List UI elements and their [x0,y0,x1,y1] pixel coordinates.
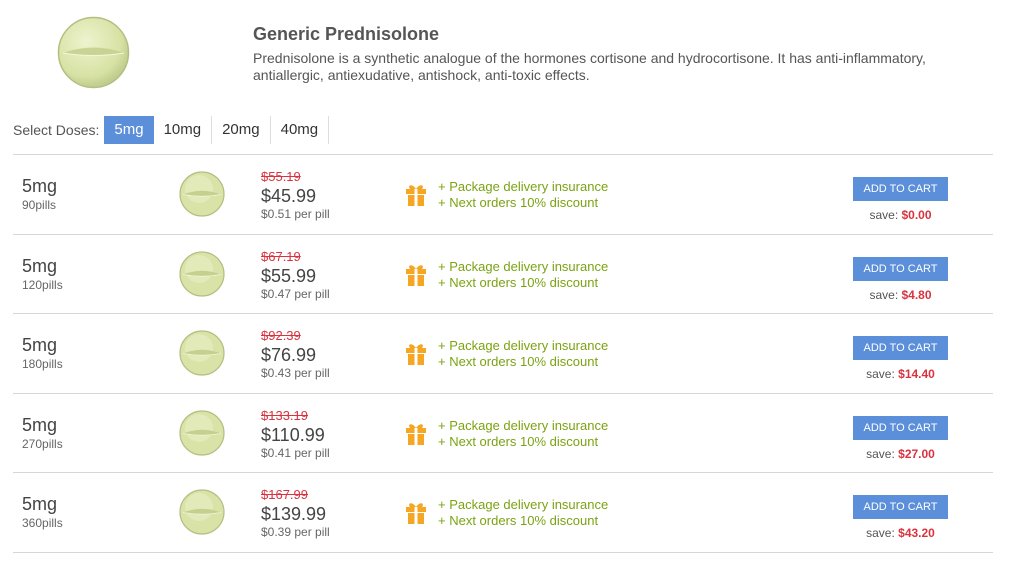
pill-image [179,489,225,535]
save-amount: $0.00 [901,208,932,222]
save-label: save: [866,367,895,381]
gift-icon [406,264,426,286]
save-amount: $14.40 [898,367,935,381]
pill-image [179,409,225,456]
save-amount: $43.20 [898,526,935,540]
offer-dose: 5mg [22,255,58,276]
savings: save: $43.20 [853,526,948,540]
current-price: $76.99 [261,345,317,365]
dose-selector: Select Doses: 5mg 10mg 20mg 40mg [13,116,330,144]
product-title: Generic Prednisolone [253,24,440,44]
price-per-pill: $0.47 per pill [261,286,330,301]
save-amount: $4.80 [901,287,932,302]
benefit-discount: + Next orders 10% discount [438,274,599,290]
add-to-cart-button[interactable]: ADD TO CART [853,256,948,281]
save-label: save: [869,208,899,222]
offer-list: 5mg 90pills $55.19 $45.99 $0.51 per pill… [13,154,993,553]
product-description: Prednisolone is a synthetic analogue of … [253,50,926,83]
benefit-insurance: + Package delivery insurance [438,417,609,433]
offer-dose: 5mg [22,335,58,355]
offer-pill-count: 120pills [22,277,63,292]
add-to-cart-button[interactable]: ADD TO CART [853,415,948,440]
offer-dose: 5mg [22,494,58,514]
dose-option-20mg[interactable]: 20mg [212,116,271,144]
benefit-discount: + Next orders 10% discount [438,513,599,528]
gift-icon [406,344,426,365]
savings: save: $27.00 [853,447,948,461]
savings: save: $0.00 [853,208,948,222]
price-per-pill: $0.41 per pill [261,445,330,460]
dose-option-40mg[interactable]: 40mg [271,116,330,144]
savings: save: $4.80 [853,288,948,302]
pill-image [179,171,225,217]
save-label: save: [866,446,895,461]
price-per-pill: $0.51 per pill [261,207,330,221]
benefit-insurance: + Package delivery insurance [438,338,609,353]
offer-row: 5mg 120pills $67.19 $55.99 $0.47 per pil… [13,235,993,314]
price-per-pill: $0.43 per pill [261,366,330,380]
offer-dose: 5mg [22,176,58,196]
offer-row: 5mg 180pills $92.39 $76.99 $0.43 per pil… [13,314,993,394]
old-price: $92.39 [261,328,301,343]
current-price: $139.99 [261,504,327,524]
current-price: $45.99 [261,186,317,206]
save-label: save: [869,287,899,302]
benefit-discount: + Next orders 10% discount [438,433,599,449]
benefit-insurance: + Package delivery insurance [438,179,609,194]
offer-pill-count: 270pills [22,436,63,451]
doses-label: Select Doses: [13,122,100,138]
offer-dose: 5mg [22,414,58,435]
dose-option-5mg[interactable]: 5mg [104,116,154,144]
old-price: $167.99 [261,487,308,502]
offer-row: 5mg 270pills $133.19 $110.99 $0.41 per p… [13,394,993,473]
add-to-cart-button[interactable]: ADD TO CART [853,495,948,519]
old-price: $133.19 [261,407,308,423]
pill-image [179,330,225,376]
benefit-discount: + Next orders 10% discount [438,354,599,369]
savings: save: $14.40 [853,367,948,381]
add-to-cart-button[interactable]: ADD TO CART [853,336,948,360]
old-price: $67.19 [261,248,301,264]
offer-row: 5mg 90pills $55.19 $45.99 $0.51 per pill… [13,155,993,235]
old-price: $55.19 [261,169,301,184]
pill-image [57,16,130,89]
save-amount: $27.00 [898,446,935,461]
benefit-insurance: + Package delivery insurance [438,258,609,274]
price-per-pill: $0.39 per pill [261,525,330,539]
current-price: $110.99 [261,424,325,445]
pill-image [179,250,225,297]
gift-icon [406,423,426,445]
gift-icon [406,185,426,206]
offer-pill-count: 180pills [22,357,63,371]
dose-option-10mg[interactable]: 10mg [154,116,213,144]
add-to-cart-button[interactable]: ADD TO CART [853,177,948,201]
offer-pill-count: 360pills [22,516,63,530]
gift-icon [406,503,426,524]
offer-pill-count: 90pills [22,198,57,212]
benefit-insurance: + Package delivery insurance [438,497,609,512]
benefit-discount: + Next orders 10% discount [438,195,599,210]
offer-row: 5mg 360pills $167.99 $139.99 $0.39 per p… [13,473,993,553]
save-label: save: [866,526,895,540]
current-price: $55.99 [261,265,317,286]
